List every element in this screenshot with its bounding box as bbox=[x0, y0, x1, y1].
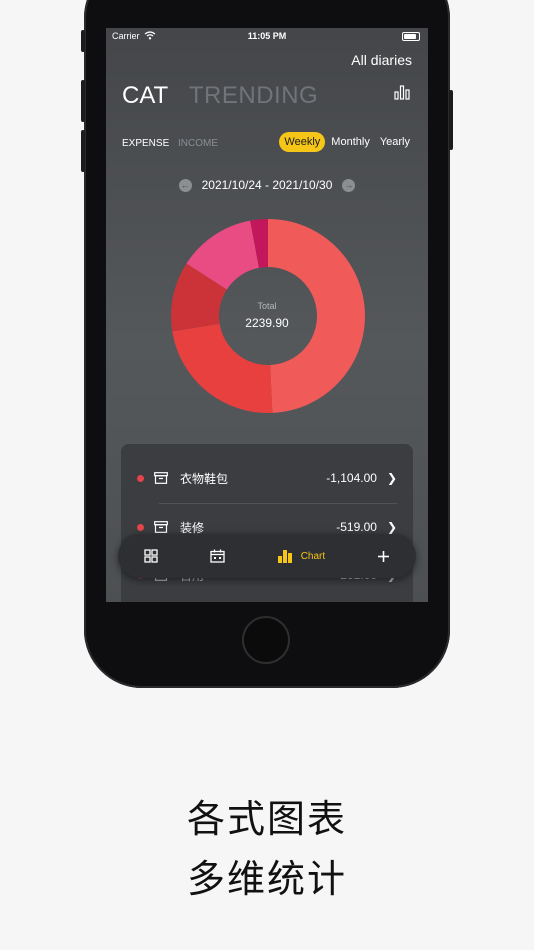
bar-chart-icon[interactable] bbox=[394, 84, 410, 100]
list-item[interactable]: 衣物鞋包 -1,104.00 ❯ bbox=[121, 455, 413, 501]
period-monthly[interactable]: Monthly bbox=[327, 132, 374, 152]
status-bar: Carrier 11:05 PM bbox=[106, 28, 428, 46]
chevron-right-icon: ❯ bbox=[386, 520, 397, 534]
total-label: Total bbox=[257, 301, 277, 311]
tab-trending[interactable]: TRENDING bbox=[189, 82, 318, 109]
category-amount: -1,104.00 bbox=[326, 471, 377, 485]
date-range: 2021/10/24 - 2021/10/30 bbox=[201, 178, 333, 192]
period-weekly[interactable]: Weekly bbox=[279, 132, 326, 152]
category-name: 衣物鞋包 bbox=[180, 471, 229, 486]
caption-line-1: 各式图表 bbox=[186, 797, 347, 841]
calendar-icon bbox=[210, 549, 225, 563]
phone-volume-up bbox=[81, 80, 85, 122]
type-filter: EXPENSE INCOME bbox=[122, 138, 218, 149]
archive-box-icon bbox=[154, 521, 168, 533]
next-arrow-icon[interactable]: → bbox=[342, 178, 356, 192]
phone-volume-down bbox=[81, 130, 85, 172]
caption-line-2: 多维统计 bbox=[186, 857, 347, 901]
phone-power-button bbox=[449, 90, 453, 150]
period-selector: Weekly Monthly Yearly bbox=[277, 132, 414, 152]
tab-overview[interactable] bbox=[144, 549, 158, 563]
total-value: 2239.90 bbox=[245, 316, 289, 330]
category-amount: -519.00 bbox=[336, 520, 377, 534]
all-diaries-button[interactable]: All diaries bbox=[351, 52, 412, 68]
chevron-right-icon: ❯ bbox=[386, 471, 397, 485]
category-color-dot bbox=[137, 474, 144, 482]
view-tabs: CAT TRENDING bbox=[122, 82, 318, 110]
prev-arrow-icon[interactable]: ← bbox=[178, 178, 192, 192]
add-button[interactable] bbox=[377, 550, 390, 563]
tab-chart-label: Chart bbox=[300, 550, 326, 562]
phone-side-button bbox=[81, 30, 85, 52]
battery-icon bbox=[402, 32, 420, 41]
donut-slice-2[interactable] bbox=[172, 323, 273, 413]
tab-cat[interactable]: CAT bbox=[122, 82, 168, 109]
status-time: 11:05 PM bbox=[247, 31, 287, 41]
category-name: 装修 bbox=[180, 520, 205, 535]
bottom-tab-bar: Chart bbox=[118, 534, 416, 578]
category-color-dot bbox=[137, 523, 144, 531]
archive-box-icon bbox=[154, 472, 168, 484]
plus-icon bbox=[378, 550, 390, 562]
filter-income[interactable]: INCOME bbox=[178, 138, 218, 149]
category-list: 衣物鞋包 -1,104.00 ❯ 装修 -519.00 ❯ 日用 -261 bbox=[121, 444, 413, 602]
filter-expense[interactable]: EXPENSE bbox=[122, 138, 169, 149]
tab-calendar[interactable] bbox=[210, 549, 225, 563]
grid-icon bbox=[144, 549, 158, 563]
app-screen: Carrier 11:05 PM All diaries CAT TRENDIN… bbox=[106, 28, 428, 602]
date-range-row: ← 2021/10/24 - 2021/10/30 → bbox=[106, 178, 428, 192]
period-yearly[interactable]: Yearly bbox=[376, 132, 414, 152]
tab-chart[interactable]: Chart bbox=[277, 549, 325, 563]
home-button[interactable] bbox=[242, 616, 290, 664]
bar-chart-icon bbox=[277, 550, 292, 563]
